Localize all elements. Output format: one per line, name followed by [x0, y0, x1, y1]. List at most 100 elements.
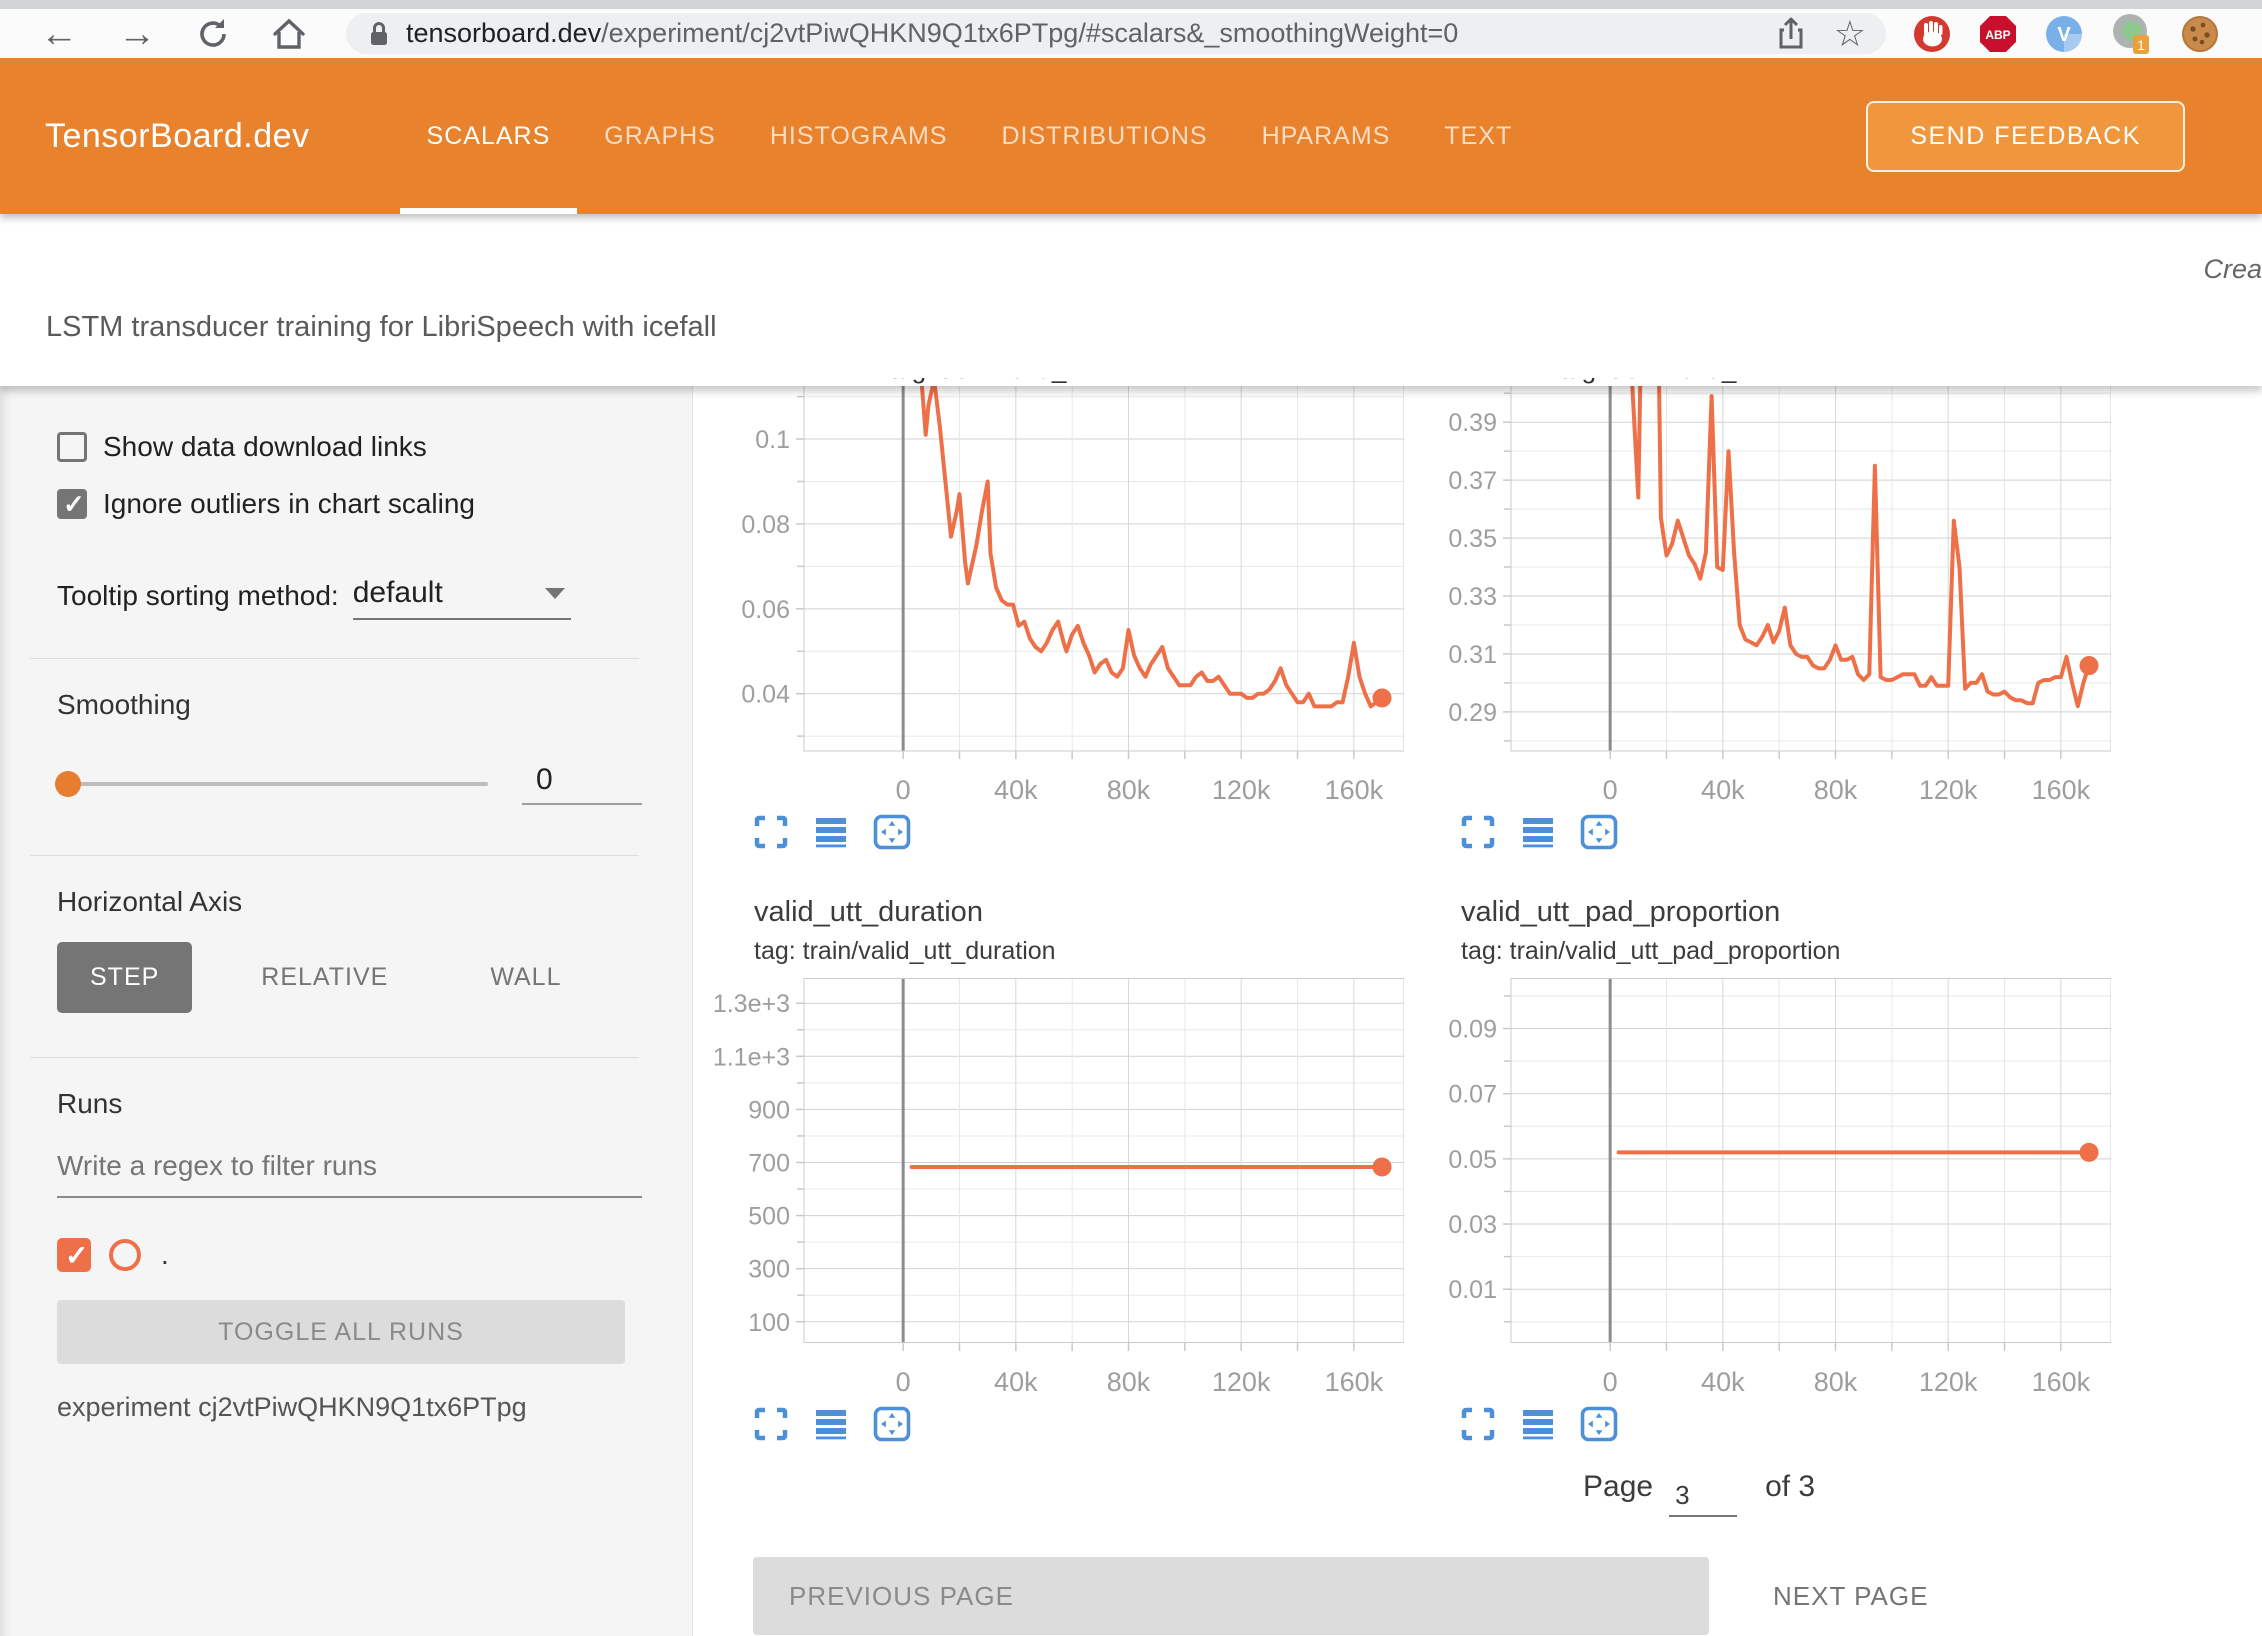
ignore-outliers-label: Ignore outliers in chart scaling — [103, 488, 475, 520]
svg-text:0.31: 0.31 — [1448, 641, 1497, 669]
bookmark-star-icon[interactable]: ☆ — [1834, 13, 1866, 55]
svg-text:0.33: 0.33 — [1448, 583, 1497, 611]
log-scale-icon[interactable] — [813, 814, 849, 850]
svg-text:100: 100 — [748, 1309, 790, 1337]
sidebar-divider — [30, 1057, 639, 1058]
sidebar-divider — [30, 855, 639, 856]
svg-text:40k: 40k — [1701, 775, 1745, 805]
cookie-extension-icon[interactable] — [2180, 14, 2220, 54]
log-scale-icon[interactable] — [1520, 1406, 1556, 1442]
tab-scalars[interactable]: SCALARS — [400, 58, 578, 214]
clipped-chart-tag-right: tag: train/valid_… — [1560, 378, 1890, 386]
page-of-label: of 3 — [1765, 1468, 1815, 1504]
tooltip-sorting-select[interactable]: default — [353, 576, 571, 620]
forward-icon[interactable]: → — [118, 15, 156, 53]
smoothing-slider[interactable] — [57, 782, 488, 786]
svg-text:80k: 80k — [1107, 1367, 1151, 1397]
share-icon[interactable] — [1774, 15, 1808, 53]
ignore-outliers-row: Ignore outliers in chart scaling — [57, 488, 692, 520]
tab-distributions[interactable]: DISTRIBUTIONS — [974, 58, 1234, 214]
toggle-all-runs-button[interactable]: TOGGLE ALL RUNS — [57, 1300, 625, 1364]
chart-titles: valid_utt_duration tag: train/valid_utt_… — [754, 896, 1404, 966]
svg-text:120k: 120k — [1212, 775, 1271, 805]
tab-hparams[interactable]: HPARAMS — [1235, 58, 1418, 214]
svg-text:0.09: 0.09 — [1448, 1016, 1497, 1044]
horizontal-axis-heading: Horizontal Axis — [57, 886, 692, 918]
scalar-chart-top-right[interactable]: 0.290.310.330.350.370.39040k80k120k160k — [1416, 386, 2111, 806]
axis-wall-button[interactable]: WALL — [457, 942, 594, 1013]
expand-chart-icon[interactable] — [753, 814, 789, 850]
lock-icon — [366, 19, 392, 49]
axis-relative-button[interactable]: RELATIVE — [228, 942, 421, 1013]
expand-chart-icon[interactable] — [1460, 1406, 1496, 1442]
url-bar[interactable]: tensorboard.dev/experiment/cj2vtPiwQHKN9… — [346, 13, 1886, 54]
log-scale-icon[interactable] — [813, 1406, 849, 1442]
svg-text:40k: 40k — [994, 1367, 1038, 1397]
experiment-subheader: Crea LSTM transducer training for LibriS… — [0, 214, 2262, 386]
tensorboard-header: TensorBoard.dev SCALARS GRAPHS HISTOGRAM… — [0, 58, 2262, 214]
horizontal-axis-buttons: STEP RELATIVE WALL — [57, 942, 692, 1013]
runs-filter-input[interactable]: Write a regex to filter runs — [57, 1150, 642, 1198]
svg-text:40k: 40k — [994, 775, 1038, 805]
tensorboard-logo: TensorBoard.dev — [45, 117, 310, 156]
abp-extension-icon[interactable]: ABP — [1978, 14, 2018, 54]
svg-text:0.08: 0.08 — [741, 511, 790, 539]
svg-text:80k: 80k — [1107, 775, 1151, 805]
settings-sidebar: Show data download links Ignore outliers… — [0, 386, 693, 1636]
svg-text:900: 900 — [748, 1096, 790, 1124]
svg-text:1.1e+3: 1.1e+3 — [713, 1043, 790, 1071]
tab-histograms[interactable]: HISTOGRAMS — [743, 58, 975, 214]
expand-chart-icon[interactable] — [1460, 814, 1496, 850]
next-page-button[interactable]: NEXT PAGE — [1773, 1581, 1928, 1612]
ignore-outliers-checkbox[interactable] — [57, 489, 87, 519]
chart-tag: tag: train/valid_utt_duration — [754, 937, 1404, 966]
previous-page-button[interactable]: PREVIOUS PAGE — [753, 1557, 1709, 1635]
svg-text:0.03: 0.03 — [1448, 1211, 1497, 1239]
fit-domain-icon[interactable] — [1580, 1406, 1618, 1442]
hand-blocker-extension-icon[interactable] — [1912, 14, 1952, 54]
fit-domain-icon[interactable] — [873, 814, 911, 850]
green-dot-extension-icon[interactable]: 1 — [2110, 12, 2154, 56]
expand-chart-icon[interactable] — [753, 1406, 789, 1442]
smoothing-value-input[interactable]: 0 — [522, 763, 642, 805]
show-download-links-checkbox[interactable] — [57, 432, 87, 462]
reload-icon[interactable] — [194, 15, 232, 53]
scalar-chart-valid-utt-pad-proportion[interactable]: 0.010.030.050.070.09040k80k120k160k — [1416, 978, 2111, 1398]
chart-grid: 0.040.060.080.1040k80k120k160k — [709, 386, 2262, 1446]
svg-text:0: 0 — [1603, 1367, 1618, 1397]
svg-text:0: 0 — [896, 1367, 911, 1397]
send-feedback-button[interactable]: SEND FEEDBACK — [1866, 101, 2185, 172]
svg-text:160k: 160k — [2032, 1367, 2091, 1397]
home-icon[interactable] — [270, 15, 308, 53]
run-checkbox[interactable] — [57, 1238, 91, 1272]
svg-text:80k: 80k — [1814, 1367, 1858, 1397]
created-text-fragment: Crea — [2203, 254, 2262, 285]
svg-text:160k: 160k — [1325, 1367, 1384, 1397]
back-icon[interactable]: ← — [40, 15, 78, 53]
page-number-input[interactable]: 3 — [1669, 1468, 1737, 1517]
scalar-chart-top-left[interactable]: 0.040.060.080.1040k80k120k160k — [709, 386, 1404, 806]
runs-heading: Runs — [57, 1088, 692, 1120]
chart-title: valid_utt_duration — [754, 896, 1404, 929]
scalar-chart-valid-utt-duration[interactable]: 1003005007009001.1e+31.3e+3040k80k120k16… — [709, 978, 1404, 1398]
svg-text:160k: 160k — [2032, 775, 2091, 805]
url-host: tensorboard.dev — [406, 18, 601, 48]
v-extension-icon[interactable]: V — [2044, 14, 2084, 54]
smoothing-slider-row: 0 — [57, 763, 642, 805]
svg-text:500: 500 — [748, 1203, 790, 1231]
svg-text:0.35: 0.35 — [1448, 525, 1497, 553]
log-scale-icon[interactable] — [1520, 814, 1556, 850]
fit-domain-icon[interactable] — [873, 1406, 911, 1442]
smoothing-slider-thumb[interactable] — [55, 771, 81, 797]
svg-text:120k: 120k — [1212, 1367, 1271, 1397]
chart-title: valid_utt_pad_proportion — [1461, 896, 2111, 929]
tab-text[interactable]: TEXT — [1417, 58, 1539, 214]
fit-domain-icon[interactable] — [1580, 814, 1618, 850]
axis-step-button[interactable]: STEP — [57, 942, 192, 1013]
chart-card-valid-utt-duration: valid_utt_duration tag: train/valid_utt_… — [709, 854, 1404, 1446]
run-name: . — [161, 1239, 169, 1271]
pagination: Page 3 of 3 — [709, 1468, 2262, 1517]
svg-text:0: 0 — [1603, 775, 1618, 805]
run-color-ring-icon — [109, 1239, 141, 1271]
tab-graphs[interactable]: GRAPHS — [577, 58, 743, 214]
